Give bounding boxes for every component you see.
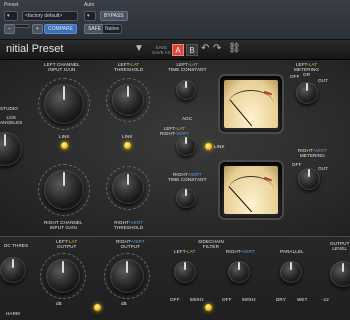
output-link-led[interactable] [94, 304, 101, 311]
harm-label: HARM [6, 311, 20, 316]
left-input-gain-knob[interactable] [44, 84, 84, 124]
right-metering-off-label: OFF [292, 162, 302, 167]
link-main-label: LINK [214, 144, 225, 149]
link-label-left: LINK [59, 134, 70, 139]
output-level-knob[interactable] [330, 261, 350, 287]
sc-right-hz-label: 500Hz [242, 297, 256, 302]
plugin-header: nitial Preset ▼ SAVE SAVE AS A B ↶ ↷ ⛓ [0, 40, 350, 60]
right-metering-out-label: OUT [318, 166, 328, 171]
left-lat-threshold-label: LEFT-LAT THRESHOLD [114, 62, 144, 73]
sc-right-off-label: OFF [222, 297, 232, 302]
auto-label: Auto [84, 2, 95, 8]
left-lat-metering-label: LEFT-LAT METERING [294, 62, 320, 73]
left-threshold-knob[interactable] [112, 84, 144, 116]
output-level-label: OUTPUT LEVEL [330, 241, 350, 252]
bypass-button[interactable]: BYPASS [100, 11, 128, 21]
link-led-mid[interactable] [124, 142, 131, 149]
b-button[interactable]: B [186, 44, 198, 56]
compare-button[interactable]: COMPARE [44, 24, 77, 34]
sidechain-filter-label: SIDECHAIN FILTER [198, 239, 224, 250]
left-time-constant-knob[interactable] [176, 80, 196, 100]
sc-left-lat-label: LEFT-LAT [174, 249, 196, 254]
lower-panel: DC THRES HARM LEFT-LAT OUTPUT dB RIGHT-VE… [0, 236, 350, 320]
wet-label: WET [297, 297, 308, 302]
preset-label: Preset [4, 2, 19, 8]
left-lat-time-constant-label: LEFT-LAT TIME CONSTANT [168, 62, 207, 73]
preset-name[interactable]: nitial Preset [6, 43, 63, 55]
preset-select[interactable]: <factory default> [22, 11, 78, 21]
right-vert-threshold-label: RIGHT-VERT THRESHOLD [114, 220, 144, 231]
native-select[interactable]: Native [102, 24, 123, 34]
main-panel: STUDIO LOS ANGELES LEFT CHANNEL INPUT GA… [0, 60, 350, 236]
plus-button[interactable]: + [32, 24, 43, 34]
right-vert-metering-label: RIGHT-VERT METERING [298, 148, 327, 159]
right-vert-output-label: RIGHT-VERT OUTPUT [116, 239, 145, 250]
right-output-db-label: dB [121, 301, 127, 306]
right-time-constant-knob[interactable] [176, 188, 196, 208]
metering-gr-label: GR [303, 72, 311, 77]
preset-slot[interactable] [14, 24, 30, 28]
redo-icon[interactable]: ↷ [213, 43, 221, 54]
agc-label: AGC [182, 116, 193, 121]
save-button[interactable]: SAVE SAVE AS [152, 45, 171, 55]
left-right-switch-label: LEFT-LAT RIGHT-VERT [160, 126, 189, 137]
los-angeles-label: LOS ANGELES [0, 115, 23, 126]
sidechain-link-led[interactable] [205, 304, 212, 311]
output-level-min-label: -12 [322, 297, 329, 302]
sc-right-filter-knob[interactable] [228, 261, 250, 283]
sc-left-filter-knob[interactable] [174, 261, 196, 283]
metering-out-label: OUT [318, 78, 328, 83]
link-led-main[interactable] [205, 143, 212, 150]
left-output-db-label: dB [56, 301, 62, 306]
right-input-gain-knob[interactable] [44, 170, 84, 210]
auto-menu-button[interactable]: ▾ [84, 11, 96, 21]
a-button[interactable]: A [172, 44, 184, 56]
right-channel-input-gain-label: RIGHT CHANNEL INPUT GAIN [44, 220, 83, 231]
dry-label: DRY [276, 297, 286, 302]
metering-off-label: OFF [290, 74, 300, 79]
left-metering-knob[interactable] [296, 82, 318, 104]
undo-icon[interactable]: ↶ [201, 43, 209, 54]
chevron-down-icon[interactable]: ▼ [134, 43, 144, 54]
sc-left-off-label: OFF [170, 297, 180, 302]
right-threshold-knob[interactable] [112, 172, 144, 204]
host-toolbar: Preset Auto ▾ <factory default> ▾ BYPASS… [0, 0, 350, 40]
parallel-label: PARALLEL [280, 249, 304, 254]
dc-thres-label: DC THRES [4, 243, 29, 248]
dc-thres-knob[interactable] [0, 257, 26, 283]
right-vert-time-constant-label: RIGHT-VERT TIME CONSTANT [168, 172, 207, 183]
right-output-knob[interactable] [110, 259, 144, 293]
studio-knob[interactable] [0, 132, 22, 166]
right-vu-meter [220, 162, 282, 218]
link-led-left[interactable] [61, 142, 68, 149]
sc-right-vert-label: RIGHT-VERT [226, 249, 255, 254]
link-label-mid: LINK [122, 134, 133, 139]
left-output-knob[interactable] [46, 259, 80, 293]
left-channel-input-gain-label: LEFT CHANNEL INPUT GAIN [44, 62, 80, 73]
preset-menu-button[interactable]: ▾ [4, 11, 18, 21]
parallel-mix-knob[interactable] [280, 261, 302, 283]
link-icon[interactable]: ⛓ [228, 43, 241, 54]
agc-selector-knob[interactable] [176, 136, 196, 156]
right-metering-knob[interactable] [298, 168, 320, 190]
left-lat-output-label: LEFT-LAT OUTPUT [56, 239, 78, 250]
sc-left-hz-label: 500Hz [190, 297, 204, 302]
studio-label: STUDIO [0, 106, 18, 111]
left-vu-meter [220, 76, 282, 132]
